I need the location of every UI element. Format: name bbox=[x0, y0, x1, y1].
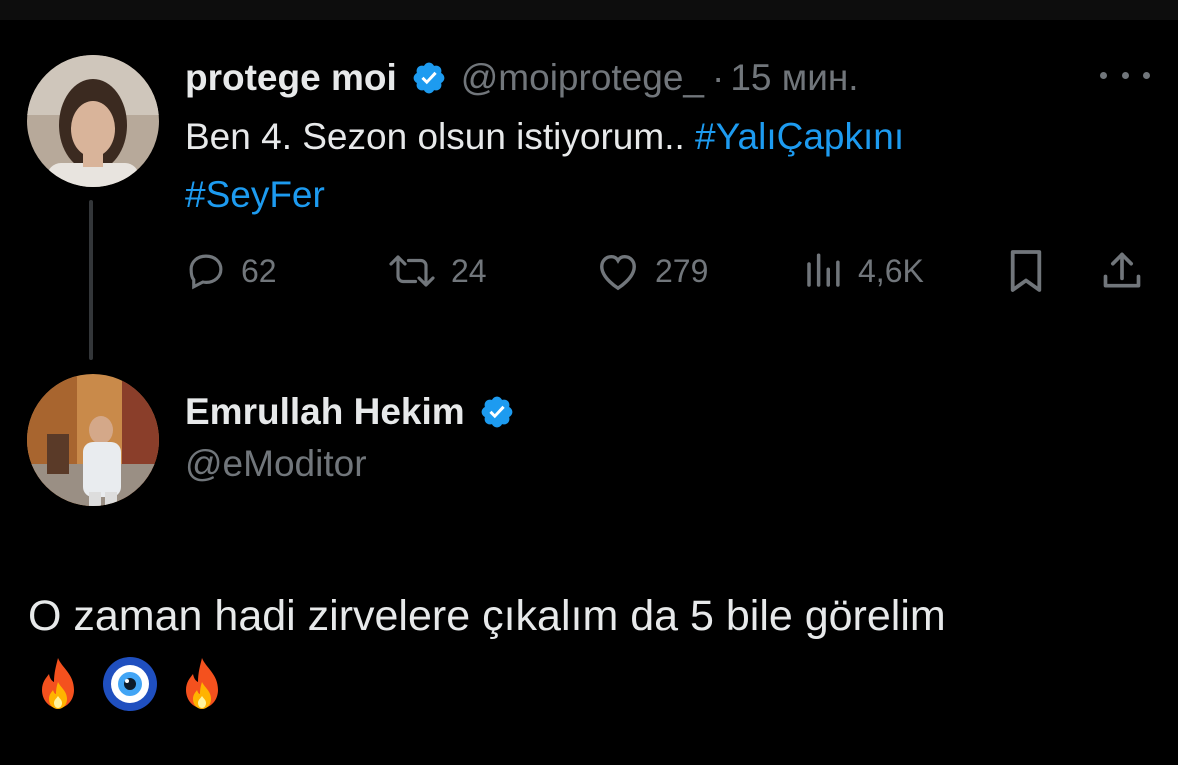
author-handle[interactable]: @eModitor bbox=[185, 443, 367, 485]
more-options-icon[interactable] bbox=[1100, 60, 1150, 90]
retweet-button[interactable]: 24 bbox=[387, 245, 487, 297]
fire-emoji-icon bbox=[172, 654, 232, 714]
avatar[interactable] bbox=[27, 374, 159, 506]
hashtag-link[interactable]: #YalıÇapkını bbox=[695, 116, 904, 157]
avatar[interactable] bbox=[27, 55, 159, 187]
nazar-evil-eye-icon bbox=[100, 654, 160, 714]
tweet-actions-bar: 62 24 279 4,6K bbox=[185, 245, 1150, 297]
heart-icon bbox=[595, 250, 641, 292]
author-name[interactable]: Emrullah Hekim bbox=[185, 391, 465, 433]
tweet-timestamp[interactable]: 15 мин. bbox=[730, 57, 858, 99]
reply-text: O zaman hadi zirvelere çıkalım da 5 bile… bbox=[28, 592, 946, 640]
verified-badge-icon bbox=[411, 60, 447, 96]
emoji-row bbox=[28, 652, 244, 716]
thread-connector-line bbox=[89, 200, 93, 360]
retweet-icon bbox=[387, 250, 437, 292]
share-icon bbox=[1100, 248, 1144, 294]
views-chart-icon bbox=[802, 250, 844, 292]
views-count: 4,6K bbox=[858, 252, 924, 289]
views-button[interactable]: 4,6K bbox=[802, 245, 924, 297]
reply-header: Emrullah Hekim bbox=[185, 388, 515, 436]
reply-icon bbox=[185, 250, 227, 292]
author-handle[interactable]: @moiprotege_ bbox=[461, 57, 704, 99]
author-name[interactable]: protege moi bbox=[185, 57, 397, 99]
like-count: 279 bbox=[655, 252, 709, 289]
status-bar bbox=[0, 0, 1178, 20]
like-button[interactable]: 279 bbox=[595, 245, 708, 297]
fire-emoji-icon bbox=[28, 654, 88, 714]
reply-count: 62 bbox=[241, 252, 277, 289]
reply-button[interactable]: 62 bbox=[185, 245, 277, 297]
retweet-count: 24 bbox=[451, 252, 487, 289]
bookmark-button[interactable] bbox=[1007, 245, 1045, 297]
bookmark-icon bbox=[1007, 248, 1045, 294]
tweet-text: Ben 4. Sezon olsun istiyorum.. #YalıÇapk… bbox=[185, 108, 1085, 224]
tweet-text-body: Ben 4. Sezon olsun istiyorum.. bbox=[185, 116, 685, 157]
separator-dot: · bbox=[712, 57, 725, 98]
share-button[interactable] bbox=[1100, 245, 1144, 297]
verified-badge-icon bbox=[479, 394, 515, 430]
tweet-header: protege moi @moiprotege_ · 15 мин. bbox=[185, 54, 859, 102]
hashtag-link[interactable]: #SeyFer bbox=[185, 174, 325, 215]
